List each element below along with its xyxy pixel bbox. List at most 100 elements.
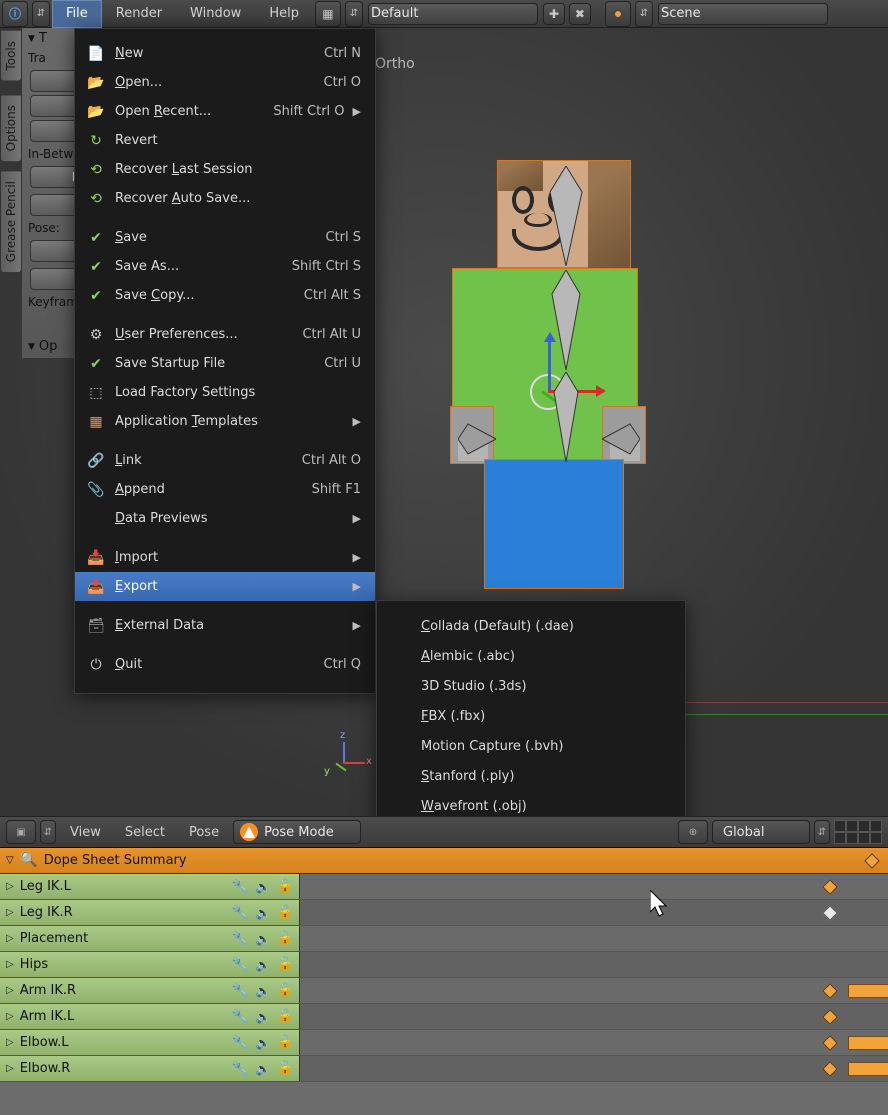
menu-file[interactable]: File (52, 0, 102, 28)
wrench-icon[interactable]: 🔧 (232, 879, 249, 895)
scene-icon[interactable] (605, 1, 631, 27)
keyframe-icon[interactable] (822, 1061, 838, 1077)
file-menu-item-save[interactable]: ✔SaveCtrl S (75, 223, 375, 252)
vh-pose[interactable]: Pose (179, 825, 229, 840)
screen-layout-field[interactable]: Default (368, 3, 538, 25)
wrench-icon[interactable]: 🔧 (232, 905, 249, 921)
disclosure-triangle-icon[interactable]: ▷ (6, 1011, 14, 1022)
orientation-selector[interactable]: Global (712, 820, 810, 844)
channel-row[interactable]: ▷Arm IK.R🔧🔈🔓 (0, 978, 888, 1004)
lock-icon[interactable]: 🔓 (277, 879, 293, 894)
export-item-alembic-abc-[interactable]: Alembic (.abc) (377, 641, 685, 671)
export-item-fbx-fbx-[interactable]: FBX (.fbx) (377, 701, 685, 731)
editor-type-icon[interactable]: ▣ (6, 820, 36, 844)
speaker-icon[interactable]: 🔈 (255, 906, 271, 920)
file-menu-item-user-preferences-[interactable]: ⚙User Preferences...Ctrl Alt U (75, 320, 375, 349)
speaker-icon[interactable]: 🔈 (255, 932, 271, 946)
speaker-icon[interactable]: 🔈 (255, 1010, 271, 1024)
channel-header[interactable]: ▷Arm IK.R🔧🔈🔓 (0, 978, 300, 1003)
screen-layout-dropdown-icon[interactable]: ⇵ (345, 1, 363, 27)
export-item-stanford-ply-[interactable]: Stanford (.ply) (377, 761, 685, 791)
disclosure-triangle-icon[interactable]: ▷ (6, 907, 14, 918)
orientation-dropdown-icon[interactable]: ⇵ (814, 820, 830, 844)
channel-row[interactable]: ▷Arm IK.L🔧🔈🔓 (0, 1004, 888, 1030)
keyframe-segment[interactable] (848, 984, 888, 998)
speaker-icon[interactable]: 🔈 (255, 984, 271, 998)
file-menu-item-recover-last-session[interactable]: ⟲Recover Last Session (75, 155, 375, 184)
layer-buttons[interactable] (834, 820, 882, 844)
keyframe-segment[interactable] (848, 1062, 888, 1076)
lock-icon[interactable]: 🔓 (277, 905, 293, 920)
file-menu-item-recover-auto-save-[interactable]: ⟲Recover Auto Save... (75, 184, 375, 213)
file-menu-item-application-templates[interactable]: ▦Application Templates▶ (75, 407, 375, 436)
scene-field[interactable]: Scene (658, 3, 828, 25)
wrench-icon[interactable]: 🔧 (232, 1035, 249, 1051)
file-menu-item-save-copy-[interactable]: ✔Save Copy...Ctrl Alt S (75, 281, 375, 310)
speaker-icon[interactable]: 🔈 (255, 958, 271, 972)
channel-track[interactable] (300, 900, 888, 925)
file-menu-item-save-startup-file[interactable]: ✔Save Startup FileCtrl U (75, 349, 375, 378)
channel-track[interactable] (300, 1004, 888, 1029)
menu-help[interactable]: Help (255, 0, 313, 28)
info-icon[interactable]: ⓘ (2, 1, 28, 27)
disclosure-triangle-icon[interactable]: ▽ (6, 855, 14, 866)
disclosure-triangle-icon[interactable]: ▷ (6, 933, 14, 944)
lock-icon[interactable]: 🔓 (277, 1035, 293, 1050)
keyframe-icon[interactable] (822, 983, 838, 999)
wrench-icon[interactable]: 🔧 (232, 1061, 249, 1077)
menu-dropdown-icon[interactable]: ⇵ (32, 1, 50, 27)
tab-grease-pencil[interactable]: Grease Pencil (0, 170, 22, 273)
disclosure-triangle-icon[interactable]: ▷ (6, 985, 14, 996)
disclosure-triangle-icon[interactable]: ▷ (6, 1037, 14, 1048)
wrench-icon[interactable]: 🔧 (232, 983, 249, 999)
channel-row[interactable]: ▷Elbow.L🔧🔈🔓 (0, 1030, 888, 1056)
lock-icon[interactable]: 🔓 (277, 931, 293, 946)
channel-header[interactable]: ▷Placement🔧🔈🔓 (0, 926, 300, 951)
channel-track[interactable] (300, 926, 888, 951)
file-menu-item-revert[interactable]: ↻Revert (75, 126, 375, 155)
channel-track[interactable] (300, 874, 888, 899)
screen-layout-icon[interactable]: ▦ (315, 1, 341, 27)
file-menu-item-load-factory-settings[interactable]: ⬚Load Factory Settings (75, 378, 375, 407)
tab-tools[interactable]: Tools (0, 30, 22, 82)
lock-icon[interactable]: 🔓 (277, 1061, 293, 1076)
keyframe-icon[interactable] (822, 1009, 838, 1025)
remove-layout-button[interactable]: ✖ (569, 3, 591, 25)
file-menu-item-open-recent-[interactable]: 📂Open Recent...Shift Ctrl O▶ (75, 97, 375, 126)
file-menu-item-new[interactable]: 📄NewCtrl N (75, 39, 375, 68)
channel-header[interactable]: ▷Leg IK.R🔧🔈🔓 (0, 900, 300, 925)
channel-header[interactable]: ▷Arm IK.L🔧🔈🔓 (0, 1004, 300, 1029)
speaker-icon[interactable]: 🔈 (255, 880, 271, 894)
channel-track[interactable] (300, 1056, 888, 1081)
disclosure-triangle-icon[interactable]: ▷ (6, 959, 14, 970)
file-menu-item-import[interactable]: 📥Import▶ (75, 543, 375, 572)
wrench-icon[interactable]: 🔧 (232, 931, 249, 947)
file-menu-item-link[interactable]: 🔗LinkCtrl Alt O (75, 446, 375, 475)
channel-row[interactable]: ▷Hips🔧🔈🔓 (0, 952, 888, 978)
keyframe-icon[interactable] (822, 879, 838, 895)
channel-track[interactable] (300, 978, 888, 1003)
add-layout-button[interactable]: ✚ (543, 3, 565, 25)
lock-icon[interactable]: 🔓 (277, 983, 293, 998)
channel-header[interactable]: ▷Elbow.L🔧🔈🔓 (0, 1030, 300, 1055)
channel-track[interactable] (300, 1030, 888, 1055)
speaker-icon[interactable]: 🔈 (255, 1036, 271, 1050)
file-menu-item-append[interactable]: 📎AppendShift F1 (75, 475, 375, 504)
channel-header[interactable]: ▷Elbow.R🔧🔈🔓 (0, 1056, 300, 1081)
lock-icon[interactable]: 🔓 (277, 1009, 293, 1024)
channel-row[interactable]: ▷Leg IK.R🔧🔈🔓 (0, 900, 888, 926)
disclosure-triangle-icon[interactable]: ▷ (6, 881, 14, 892)
file-menu-item-save-as-[interactable]: ✔Save As...Shift Ctrl S (75, 252, 375, 281)
speaker-icon[interactable]: 🔈 (255, 1062, 271, 1076)
file-menu-item-external-data[interactable]: 🗃External Data▶ (75, 611, 375, 640)
menu-window[interactable]: Window (176, 0, 255, 28)
channel-header[interactable]: ▷Leg IK.L🔧🔈🔓 (0, 874, 300, 899)
keyframe-icon[interactable] (822, 1035, 838, 1051)
wrench-icon[interactable]: 🔧 (232, 1009, 249, 1025)
disclosure-triangle-icon[interactable]: ▷ (6, 1063, 14, 1074)
export-item-3d-studio-3ds-[interactable]: 3D Studio (.3ds) (377, 671, 685, 701)
export-item-motion-capture-bvh-[interactable]: Motion Capture (.bvh) (377, 731, 685, 761)
channel-row[interactable]: ▷Placement🔧🔈🔓 (0, 926, 888, 952)
file-menu-item-export[interactable]: 📤Export▶ (75, 572, 375, 601)
mode-selector[interactable]: Pose Mode (233, 820, 361, 844)
